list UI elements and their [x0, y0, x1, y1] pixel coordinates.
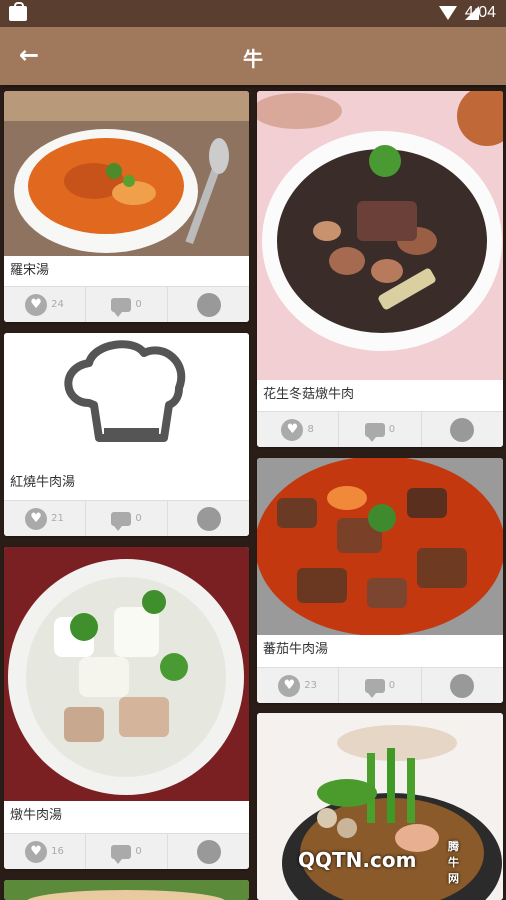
- like-button[interactable]: ♥ 24: [4, 287, 86, 322]
- recipe-photo: [257, 458, 503, 635]
- heart-icon: ♥: [283, 678, 296, 693]
- comment-icon: [111, 297, 132, 317]
- shopping-bag-icon: [9, 2, 27, 21]
- comment-button[interactable]: 0: [86, 501, 168, 536]
- wifi-icon: [439, 6, 457, 20]
- comment-button[interactable]: 0: [86, 834, 168, 869]
- recipe-card[interactable]: 蕃茄牛肉湯 ♥ 23 0: [257, 458, 503, 703]
- like-button[interactable]: ♥ 21: [4, 501, 86, 536]
- comment-count: 0: [388, 680, 396, 691]
- recipe-actions: ♥ 23 0: [257, 667, 503, 703]
- like-count: 23: [304, 680, 318, 691]
- watermark-label: 腾牛网: [448, 840, 459, 885]
- comment-button[interactable]: 0: [86, 287, 168, 322]
- recipe-photo: [257, 91, 503, 380]
- comment-icon: [111, 844, 132, 864]
- like-button[interactable]: ♥ 23: [257, 668, 340, 703]
- recipe-name: 羅宋湯: [4, 256, 249, 286]
- heart-icon: ♥: [286, 422, 299, 437]
- share-icon: [196, 506, 221, 531]
- heart-icon: ♥: [30, 844, 42, 859]
- share-icon: [196, 292, 221, 317]
- chef-hat-placeholder: [4, 333, 249, 468]
- heart-icon: ♥: [30, 297, 42, 312]
- recipe-photo: [4, 547, 249, 803]
- comment-count: 0: [135, 513, 142, 524]
- recipe-actions: ♥ 24 0: [4, 286, 249, 322]
- share-button[interactable]: [422, 668, 503, 703]
- like-button[interactable]: ♥ 16: [4, 834, 86, 869]
- like-count: 21: [51, 513, 64, 524]
- share-button[interactable]: [422, 412, 503, 447]
- recipe-name: 蕃茄牛肉湯: [257, 635, 503, 665]
- recipe-name: 花生冬菇燉牛肉: [257, 380, 503, 410]
- status-bar: 4:04: [0, 0, 506, 27]
- recipe-name: 紅燒牛肉湯: [4, 468, 249, 498]
- comment-button[interactable]: 0: [339, 412, 422, 447]
- share-button[interactable]: [168, 501, 249, 536]
- like-count: 16: [51, 846, 64, 857]
- recipe-card[interactable]: 花生冬菇燉牛肉 ♥ 8 0: [257, 91, 503, 447]
- recipe-name: 燉牛肉湯: [4, 801, 249, 831]
- watermark: QQTN.com 腾牛网: [298, 840, 459, 885]
- recipe-card[interactable]: 燉牛肉湯 ♥ 16 0: [4, 547, 249, 869]
- recipe-photo: [4, 91, 249, 256]
- recipe-card[interactable]: 羅宋湯 ♥ 24 0: [4, 91, 249, 322]
- status-time: 4:04: [464, 4, 496, 21]
- comment-count: 0: [388, 424, 396, 435]
- recipe-actions: ♥ 16 0: [4, 833, 249, 869]
- watermark-site: QQTN.com: [298, 848, 417, 872]
- page-title: 牛: [243, 47, 263, 71]
- share-icon: [450, 673, 475, 698]
- comment-icon: [111, 511, 132, 531]
- comment-count: 0: [135, 299, 142, 310]
- recipe-photo: [4, 880, 249, 900]
- share-button[interactable]: [168, 834, 249, 869]
- recipe-card[interactable]: [4, 880, 249, 900]
- share-icon: [450, 417, 475, 442]
- share-icon: [196, 839, 221, 864]
- like-count: 24: [51, 299, 64, 310]
- share-button[interactable]: [168, 287, 249, 322]
- comment-icon: [364, 678, 385, 698]
- comment-button[interactable]: 0: [339, 668, 422, 703]
- like-button[interactable]: ♥ 8: [257, 412, 340, 447]
- comment-count: 0: [135, 846, 142, 857]
- recipe-actions: ♥ 8 0: [257, 411, 503, 447]
- recipe-card[interactable]: 紅燒牛肉湯 ♥ 21 0: [4, 333, 249, 536]
- heart-icon: ♥: [30, 511, 42, 526]
- app-bar: ← 牛: [0, 27, 506, 85]
- comment-icon: [364, 422, 385, 442]
- like-count: 8: [307, 424, 314, 435]
- recipe-actions: ♥ 21 0: [4, 500, 249, 536]
